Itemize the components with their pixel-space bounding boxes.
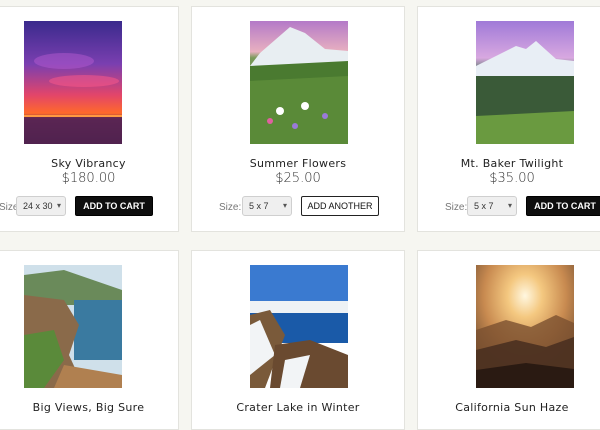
product-title[interactable]: California Sun Haze — [418, 401, 600, 414]
add-to-cart-button[interactable]: ADD TO CART — [526, 196, 600, 216]
size-select-value: 5 x 7 — [249, 201, 269, 211]
product-card: Mt. Baker Twilight $35.00 Size: 5 x 7 ▾ … — [417, 6, 600, 232]
product-title[interactable]: Sky Vibrancy — [0, 157, 178, 170]
size-select[interactable]: 5 x 7 ▾ — [467, 196, 517, 216]
product-photo-crater-lake-in-winter[interactable] — [250, 265, 348, 388]
product-photo-mt-baker-twilight[interactable] — [476, 21, 574, 144]
product-price: $35.00 — [489, 171, 535, 186]
product-card: Big Views, Big Sure — [0, 250, 179, 430]
product-photo-sky-vibrancy[interactable] — [24, 21, 122, 144]
product-card: Sky Vibrancy $180.00 Size: 24 x 30 ▾ ADD… — [0, 6, 179, 232]
product-card: Crater Lake in Winter — [191, 250, 405, 430]
chevron-down-icon: ▾ — [282, 201, 287, 210]
size-select[interactable]: 24 x 30 ▾ — [16, 196, 66, 216]
size-select-value: 24 x 30 — [23, 201, 53, 211]
product-photo-big-views-big-sure[interactable] — [24, 265, 122, 388]
size-label: Size: — [445, 202, 468, 213]
product-photo-summer-flowers[interactable] — [250, 21, 348, 144]
size-label: Size: — [219, 202, 242, 213]
product-card: Summer Flowers $25.00 Size: 5 x 7 ▾ ADD … — [191, 6, 405, 232]
add-another-button[interactable]: ADD ANOTHER — [301, 196, 379, 216]
chevron-down-icon: ▾ — [56, 201, 61, 210]
product-price: $25.00 — [275, 171, 321, 186]
add-to-cart-button[interactable]: ADD TO CART — [75, 196, 153, 216]
size-select-value: 5 x 7 — [474, 201, 494, 211]
chevron-down-icon: ▾ — [507, 201, 512, 210]
product-card: California Sun Haze — [417, 250, 600, 430]
product-price: $180.00 — [61, 171, 116, 186]
product-title[interactable]: Mt. Baker Twilight — [418, 157, 600, 170]
product-title[interactable]: Summer Flowers — [192, 157, 404, 170]
size-select[interactable]: 5 x 7 ▾ — [242, 196, 292, 216]
product-photo-california-sun-haze[interactable] — [476, 265, 574, 388]
product-title[interactable]: Crater Lake in Winter — [192, 401, 404, 414]
product-title[interactable]: Big Views, Big Sure — [0, 401, 178, 414]
